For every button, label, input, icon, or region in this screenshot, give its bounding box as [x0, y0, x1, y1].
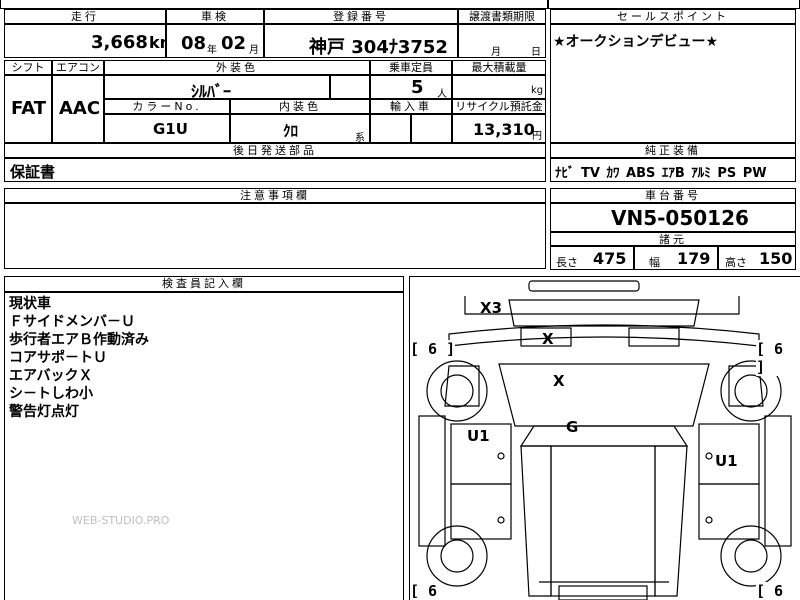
- inspector-line: Ｆサイドメンバ－Ｕ: [9, 314, 135, 330]
- color-no-value: G1U: [153, 120, 188, 138]
- capacity-value: 5: [411, 77, 424, 98]
- shipping-value: 保証書: [10, 163, 56, 181]
- top-cutoff-strip-right: [548, 0, 800, 9]
- import-cell-a: [370, 114, 411, 143]
- tire-front-right: [ 6 ]: [756, 340, 800, 376]
- dimensions-height-cell: 高さ 150: [718, 246, 796, 270]
- interior-color-cell: ｸﾛ 系: [230, 114, 370, 144]
- ac-cell: AAC: [52, 75, 104, 143]
- shift-cell: FAT: [4, 75, 52, 143]
- exterior-color-header: 外装色: [104, 60, 370, 75]
- color-no-cell: G1U: [104, 114, 230, 143]
- width-label: 幅: [649, 256, 660, 269]
- exterior-color-cell: ｼﾙﾊﾞｰ: [104, 75, 330, 101]
- registration-header: 登録番号: [264, 9, 458, 24]
- inspector-remarks: 現状車 Ｆサイドメンバ－Ｕ 歩行者エアＢ作動済み コアサポ－トＵ エアバックＸ …: [4, 292, 404, 600]
- height-value: 150: [759, 249, 793, 268]
- watermark: WEB-STUDIO.PRO: [72, 514, 170, 527]
- inspection-year: 08: [181, 33, 207, 54]
- inspector-line: コアサポ－トＵ: [9, 350, 107, 366]
- ac-header: エアコン: [52, 60, 104, 75]
- transfer-deadline-header: 譲渡書類期限: [458, 9, 546, 24]
- inspection-year-unit: 年: [207, 45, 217, 56]
- max-load-header: 最大積載量: [452, 60, 546, 75]
- capacity-cell: 5 人: [370, 75, 452, 100]
- max-load-unit: kg: [531, 85, 544, 96]
- inspection-month: 02: [221, 33, 247, 54]
- equipment-header: 純正装備: [550, 143, 796, 158]
- damage-mark-x3: X3: [480, 299, 503, 317]
- length-value: 475: [593, 249, 627, 268]
- recycle-cell: 13,310 円: [452, 114, 546, 143]
- recycle-unit: 円: [532, 131, 542, 142]
- recycle-value: 13,310: [473, 120, 535, 139]
- inspector-line: 歩行者エアＢ作動済み: [9, 332, 149, 348]
- chassis-header: 車台番号: [550, 188, 796, 203]
- import-cell-b: [411, 114, 452, 143]
- damage-mark-x-front: X: [542, 330, 554, 348]
- shift-header: シフト: [4, 60, 52, 75]
- equipment-value: ﾅﾋﾞ TV ｶﾜ ABS ｴｱB ｱﾙﾐ PS PW: [555, 166, 767, 181]
- color-no-header: カラーNo.: [104, 99, 230, 114]
- interior-color-suffix: 系: [355, 133, 365, 144]
- capacity-header: 乗車定員: [370, 60, 452, 75]
- registration-value: 神戸 304ﾅ3752: [309, 37, 448, 58]
- selling-points-cell: ★オークションデビュー★: [550, 24, 796, 143]
- inspection-cell: 08 年 02 月: [166, 24, 264, 58]
- height-label: 高さ: [725, 256, 747, 269]
- damage-mark-x-hood: X: [553, 372, 565, 390]
- shipping-header: 後日発送部品: [4, 143, 546, 158]
- interior-color-header: 内装色: [230, 99, 370, 114]
- dimensions-width-cell: 幅 179: [634, 246, 718, 270]
- inspector-header: 検査員記入欄: [4, 276, 404, 292]
- top-cutoff-strip: [0, 0, 548, 9]
- dimensions-length-cell: 長さ 475: [550, 246, 634, 270]
- mileage-cell: 3,668 km: [4, 24, 176, 58]
- import-header: 輸入車: [370, 99, 452, 114]
- transfer-deadline-cell: 月 日: [458, 24, 546, 58]
- tire-front-left: [ 6 ]: [410, 340, 456, 358]
- damage-mark-g-roof: G: [566, 418, 579, 436]
- ac-value: AAC: [59, 98, 101, 119]
- inspector-line: 警告灯点灯: [9, 404, 79, 420]
- damage-mark-u1-right: U1: [715, 452, 738, 470]
- mileage-header: 走行: [4, 9, 166, 24]
- capacity-unit: 人: [437, 89, 447, 100]
- selling-points-value: ★オークションデビュー★: [553, 34, 719, 50]
- inspector-line: エアバックＸ: [9, 368, 93, 384]
- chassis-cell: VN5-050126: [550, 203, 796, 232]
- damage-mark-u1-left: U1: [467, 427, 490, 445]
- chassis-value: VN5-050126: [611, 206, 749, 230]
- inspector-line: 現状車: [9, 296, 51, 312]
- equipment-cell: ﾅﾋﾞ TV ｶﾜ ABS ｴｱB ｱﾙﾐ PS PW: [550, 158, 796, 182]
- shipping-cell: 保証書: [4, 158, 546, 182]
- dimensions-header: 諸元: [550, 232, 796, 246]
- max-load-cell: kg: [452, 75, 546, 99]
- mileage-value: 3,668: [91, 32, 148, 53]
- width-value: 179: [677, 249, 711, 268]
- selling-points-header: セールスポイント: [550, 9, 796, 24]
- tire-rear-left: [ 6: [410, 582, 438, 600]
- inspection-month-unit: 月: [249, 45, 259, 56]
- shift-value: FAT: [11, 98, 47, 119]
- length-label: 長さ: [556, 256, 578, 269]
- notes-header: 注意事項欄: [4, 188, 546, 203]
- interior-color-value: ｸﾛ: [283, 122, 299, 140]
- recycle-header: リサイクル預託金: [452, 99, 546, 114]
- transfer-month-unit: 月: [491, 47, 501, 58]
- exterior-color-extra: [330, 75, 370, 99]
- tire-rear-right: [ 6: [756, 582, 784, 600]
- registration-cell: 神戸 304ﾅ3752: [264, 24, 458, 58]
- transfer-day-unit: 日: [531, 47, 541, 58]
- notes-cell: [4, 203, 546, 269]
- inspection-header: 車検: [166, 9, 264, 24]
- inspector-line: シ－トしわ小: [9, 386, 93, 402]
